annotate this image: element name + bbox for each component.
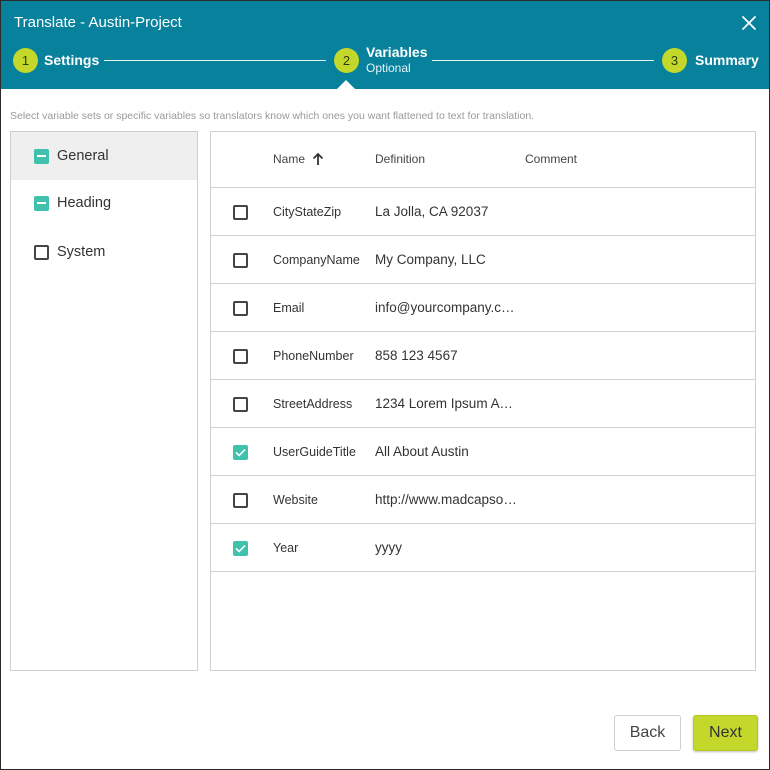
column-header-name[interactable]: Name — [273, 152, 305, 166]
row-checkbox[interactable] — [233, 349, 248, 364]
variable-name: CityStateZip — [273, 205, 342, 219]
variable-definition: My Company, LLC — [375, 252, 486, 267]
variable-name: Email — [273, 301, 305, 315]
table-row[interactable]: CityStateZip La Jolla, CA 92037 — [211, 188, 755, 236]
translate-dialog: Translate - Austin-Project 1 Settings 2 … — [0, 0, 770, 770]
active-step-pointer — [337, 80, 355, 89]
step-2-number: 2 — [334, 48, 359, 73]
variable-set-system[interactable]: System — [11, 228, 197, 276]
variable-set-label: General — [57, 148, 109, 164]
table-row[interactable]: Email info@yourcompany.com — [211, 284, 755, 332]
variable-definition: 858 123 4567 — [375, 348, 458, 363]
table-row[interactable]: PhoneNumber 858 123 4567 — [211, 332, 755, 380]
step-3-number: 3 — [662, 48, 687, 73]
sort-ascending-icon[interactable] — [312, 152, 324, 166]
row-checkbox[interactable] — [233, 541, 248, 556]
variable-name: Year — [273, 541, 299, 555]
variable-set-label: System — [57, 244, 106, 260]
variables-table: Name Definition Comment CityStateZip La … — [210, 131, 756, 671]
column-header-comment[interactable]: Comment — [525, 152, 577, 166]
close-icon — [742, 16, 756, 30]
row-checkbox[interactable] — [233, 301, 248, 316]
table-row[interactable]: Year yyyy — [211, 524, 755, 572]
row-checkbox[interactable] — [233, 397, 248, 412]
table-row[interactable]: CompanyName My Company, LLC — [211, 236, 755, 284]
variable-definition: All About Austin — [375, 444, 469, 459]
step-1-number: 1 — [13, 48, 38, 73]
variable-name: Website — [273, 493, 318, 507]
step-3-label[interactable]: Summary — [695, 52, 759, 68]
variable-set-list: General Heading System — [10, 131, 198, 671]
step-connector — [432, 60, 654, 61]
column-header-definition[interactable]: Definition — [375, 152, 425, 166]
back-button[interactable]: Back — [614, 715, 681, 751]
row-checkbox[interactable] — [233, 493, 248, 508]
variable-set-general[interactable]: General — [11, 132, 197, 180]
checkmark-icon — [235, 448, 246, 457]
variable-set-checkbox[interactable] — [34, 245, 49, 260]
variable-definition: http://www.madcapsoftware.com — [375, 492, 517, 507]
variable-definition: yyyy — [375, 540, 402, 555]
variable-definition: info@yourcompany.com — [375, 300, 517, 315]
close-button[interactable] — [739, 13, 759, 33]
variable-name: StreetAddress — [273, 397, 353, 411]
checkmark-icon — [235, 544, 246, 553]
row-checkbox[interactable] — [233, 253, 248, 268]
step-connector — [104, 60, 326, 61]
instructions-text: Select variable sets or specific variabl… — [10, 110, 535, 122]
next-button[interactable]: Next — [693, 715, 758, 751]
table-row[interactable]: Website http://www.madcapsoftware.com — [211, 476, 755, 524]
step-1-label[interactable]: Settings — [44, 52, 99, 68]
row-checkbox[interactable] — [233, 445, 248, 460]
variable-set-label: Heading — [57, 195, 112, 211]
dialog-title: Translate - Austin-Project — [14, 14, 182, 31]
variable-definition: La Jolla, CA 92037 — [375, 204, 489, 219]
variable-definition: 1234 Lorem Ipsum Avenue — [375, 396, 517, 411]
dialog-header: Translate - Austin-Project 1 Settings 2 … — [1, 1, 769, 89]
table-row[interactable]: StreetAddress 1234 Lorem Ipsum Avenue — [211, 380, 755, 428]
table-header: Name Definition Comment — [211, 132, 755, 188]
step-2-label[interactable]: Variables — [366, 44, 428, 60]
variable-name: UserGuideTitle — [273, 445, 356, 459]
step-2-sublabel: Optional — [366, 61, 411, 75]
variable-set-checkbox[interactable] — [34, 196, 49, 211]
variable-set-checkbox[interactable] — [34, 149, 49, 164]
table-row[interactable]: UserGuideTitle All About Austin — [211, 428, 755, 476]
variable-name: CompanyName — [273, 253, 360, 267]
variable-name: PhoneNumber — [273, 349, 354, 363]
row-checkbox[interactable] — [233, 205, 248, 220]
variable-set-heading[interactable]: Heading — [11, 179, 197, 227]
